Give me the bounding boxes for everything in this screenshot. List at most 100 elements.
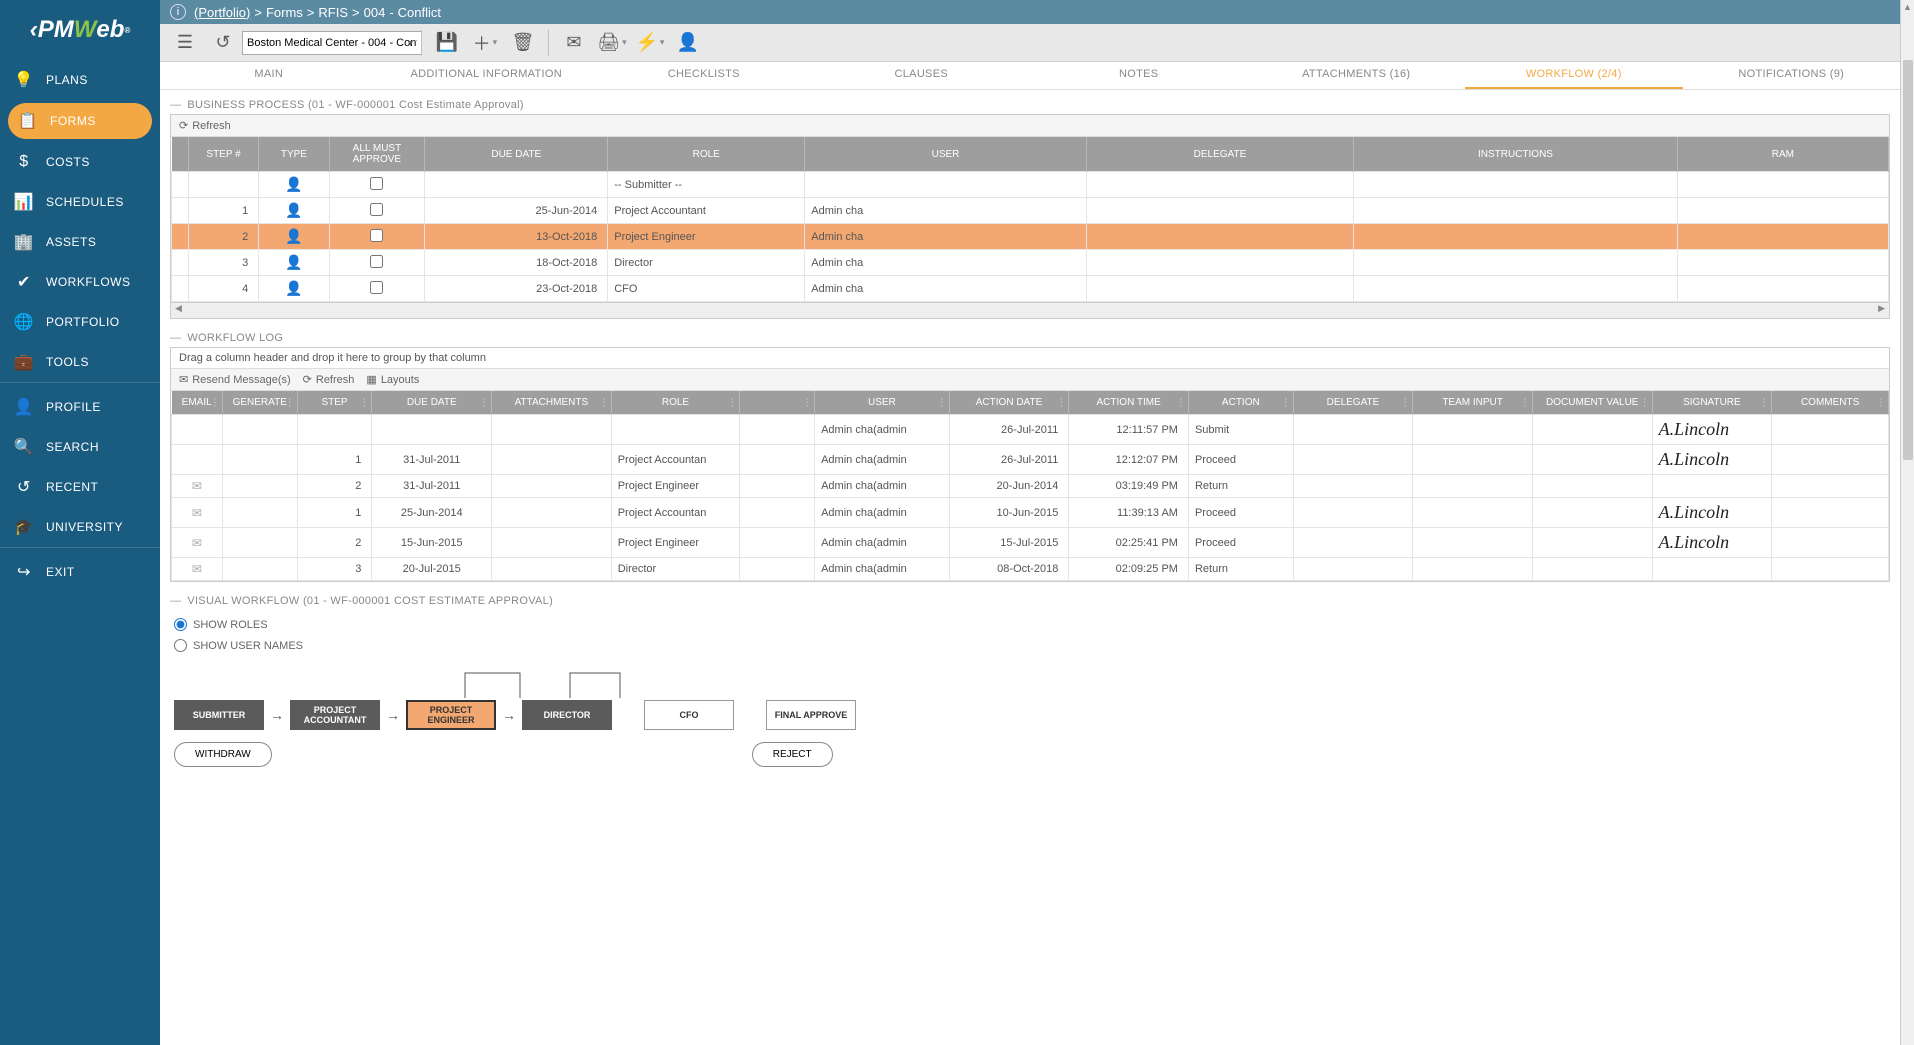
sidebar-item-tools[interactable]: 💼TOOLS xyxy=(0,342,160,382)
sidebar-item-costs[interactable]: $COSTS xyxy=(0,142,160,182)
wf-node-engineer[interactable]: PROJECT ENGINEER xyxy=(406,700,496,730)
sidebar-item-profile[interactable]: 👤PROFILE xyxy=(0,387,160,427)
column-menu-icon[interactable]: ⋮ xyxy=(285,397,295,408)
sidebar-item-university[interactable]: 🎓UNIVERSITY xyxy=(0,507,160,547)
sidebar-item-exit[interactable]: ↪EXIT xyxy=(0,552,160,592)
sidebar-item-schedules[interactable]: 📊SCHEDULES xyxy=(0,182,160,222)
tab-additional-information[interactable]: ADDITIONAL INFORMATION xyxy=(378,62,596,89)
wf-node-director[interactable]: DIRECTOR xyxy=(522,700,612,730)
table-row[interactable]: 1👤25-Jun-2014Project AccountantAdmin cha xyxy=(172,198,1889,224)
col-header[interactable]: COMMENTS⋮ xyxy=(1772,391,1889,415)
sidebar-item-forms[interactable]: 📋FORMS xyxy=(8,103,152,139)
column-menu-icon[interactable]: ⋮ xyxy=(1056,397,1066,408)
bolt-icon[interactable]: ⚡ xyxy=(635,28,665,58)
collapse-icon[interactable]: — xyxy=(170,332,181,344)
approve-checkbox[interactable] xyxy=(370,203,383,216)
column-menu-icon[interactable]: ⋮ xyxy=(359,397,369,408)
column-menu-icon[interactable]: ⋮ xyxy=(1876,397,1886,408)
approve-checkbox[interactable] xyxy=(370,281,383,294)
column-menu-icon[interactable]: ⋮ xyxy=(727,397,737,408)
col-header[interactable]: ACTION TIME⋮ xyxy=(1069,391,1189,415)
col-header[interactable]: ACTION⋮ xyxy=(1188,391,1293,415)
sidebar-item-workflows[interactable]: ✔WORKFLOWS xyxy=(0,262,160,302)
col-header[interactable]: ALL MUST APPROVE xyxy=(329,137,425,172)
col-header[interactable]: ROLE⋮ xyxy=(611,391,740,415)
wf-node-cfo[interactable]: CFO xyxy=(644,700,734,730)
col-header[interactable]: DELEGATE xyxy=(1086,137,1353,172)
table-row[interactable]: ✉320-Jul-2015DirectorAdmin cha(admin08-O… xyxy=(172,558,1889,581)
table-row[interactable]: 2👤13-Oct-2018Project EngineerAdmin cha xyxy=(172,224,1889,250)
col-header[interactable]: USER⋮ xyxy=(815,391,950,415)
col-header[interactable]: DUE DATE xyxy=(425,137,608,172)
sidebar-item-recent[interactable]: ↺RECENT xyxy=(0,467,160,507)
info-icon[interactable]: i xyxy=(170,4,186,20)
table-row[interactable]: 👤-- Submitter -- xyxy=(172,172,1889,198)
collapse-icon[interactable]: — xyxy=(170,99,181,111)
sidebar-item-assets[interactable]: 🏢ASSETS xyxy=(0,222,160,262)
tab-notes[interactable]: NOTES xyxy=(1030,62,1248,89)
group-drop-area[interactable]: Drag a column header and drop it here to… xyxy=(171,348,1889,369)
wf-node-submitter[interactable]: SUBMITTER xyxy=(174,700,264,730)
mail-icon[interactable]: ✉ xyxy=(192,562,202,576)
table-row[interactable]: 131-Jul-2011Project AccountanAdmin cha(a… xyxy=(172,445,1889,475)
history-icon[interactable]: ↺ xyxy=(208,28,238,58)
table-row[interactable]: Admin cha(admin26-Jul-201112:11:57 PMSub… xyxy=(172,415,1889,445)
approve-checkbox[interactable] xyxy=(370,229,383,242)
email-icon[interactable]: ✉ xyxy=(559,28,589,58)
column-menu-icon[interactable]: ⋮ xyxy=(479,397,489,408)
mail-icon[interactable]: ✉ xyxy=(192,479,202,493)
layouts-button[interactable]: ▦Layouts xyxy=(366,373,419,386)
column-menu-icon[interactable]: ⋮ xyxy=(210,397,220,408)
withdraw-button[interactable]: WITHDRAW xyxy=(174,742,272,767)
table-row[interactable]: ✉215-Jun-2015Project EngineerAdmin cha(a… xyxy=(172,528,1889,558)
col-header[interactable]: GENERATE⋮ xyxy=(222,391,297,415)
approve-checkbox[interactable] xyxy=(370,177,383,190)
collapse-icon[interactable]: — xyxy=(170,595,181,607)
sidebar-item-search[interactable]: 🔍SEARCH xyxy=(0,427,160,467)
horizontal-scrollbar[interactable] xyxy=(171,302,1889,318)
list-icon[interactable]: ☰ xyxy=(170,28,200,58)
column-menu-icon[interactable]: ⋮ xyxy=(937,397,947,408)
resend-button[interactable]: ✉Resend Message(s) xyxy=(179,373,291,386)
approve-checkbox[interactable] xyxy=(370,255,383,268)
user-icon[interactable]: 👤 xyxy=(673,28,703,58)
refresh-button[interactable]: ⟳Refresh xyxy=(303,373,355,386)
mail-icon[interactable]: ✉ xyxy=(192,536,202,550)
column-menu-icon[interactable]: ⋮ xyxy=(1281,397,1291,408)
tab-clauses[interactable]: CLAUSES xyxy=(813,62,1031,89)
col-header[interactable]: INSTRUCTIONS xyxy=(1354,137,1678,172)
show-users-radio[interactable]: SHOW USER NAMES xyxy=(174,639,1886,652)
table-row[interactable]: ✉231-Jul-2011Project EngineerAdmin cha(a… xyxy=(172,475,1889,498)
col-header[interactable]: ACTION DATE⋮ xyxy=(949,391,1069,415)
column-menu-icon[interactable]: ⋮ xyxy=(1176,397,1186,408)
col-header[interactable]: USER xyxy=(805,137,1086,172)
wf-node-final[interactable]: FINAL APPROVE xyxy=(766,700,856,730)
tab-checklists[interactable]: CHECKLISTS xyxy=(595,62,813,89)
col-header[interactable]: EMAIL⋮ xyxy=(172,391,223,415)
add-icon[interactable]: ＋ xyxy=(470,28,500,58)
tab-workflow-[interactable]: WORKFLOW (2/4) xyxy=(1465,62,1683,89)
col-header[interactable]: ATTACHMENTS⋮ xyxy=(492,391,612,415)
col-header[interactable]: DELEGATE⋮ xyxy=(1293,391,1413,415)
col-header[interactable]: SIGNATURE⋮ xyxy=(1652,391,1772,415)
table-row[interactable]: 4👤23-Oct-2018CFOAdmin cha xyxy=(172,276,1889,302)
col-header[interactable]: STEP # xyxy=(188,137,258,172)
table-row[interactable]: 3👤18-Oct-2018DirectorAdmin cha xyxy=(172,250,1889,276)
reject-button[interactable]: REJECT xyxy=(752,742,833,767)
table-row[interactable]: ✉125-Jun-2014Project AccountanAdmin cha(… xyxy=(172,498,1889,528)
vertical-scrollbar[interactable] xyxy=(1900,0,1914,1045)
sidebar-item-plans[interactable]: 💡PLANS xyxy=(0,60,160,100)
col-header[interactable]: TYPE xyxy=(259,137,329,172)
print-icon[interactable]: 🖨 xyxy=(597,28,627,58)
wf-node-accountant[interactable]: PROJECT ACCOUNTANT xyxy=(290,700,380,730)
col-header[interactable]: DOCUMENT VALUE⋮ xyxy=(1532,391,1652,415)
tab-attachments-[interactable]: ATTACHMENTS (16) xyxy=(1248,62,1466,89)
col-header[interactable]: TEAM INPUT⋮ xyxy=(1413,391,1533,415)
col-header[interactable]: RAM xyxy=(1677,137,1888,172)
breadcrumb-portfolio[interactable]: (Portfolio) xyxy=(194,5,250,20)
record-select[interactable] xyxy=(242,31,422,55)
refresh-button[interactable]: ⟳Refresh xyxy=(179,119,231,132)
col-header[interactable]: DUE DATE⋮ xyxy=(372,391,492,415)
column-menu-icon[interactable]: ⋮ xyxy=(1400,397,1410,408)
mail-icon[interactable]: ✉ xyxy=(192,506,202,520)
